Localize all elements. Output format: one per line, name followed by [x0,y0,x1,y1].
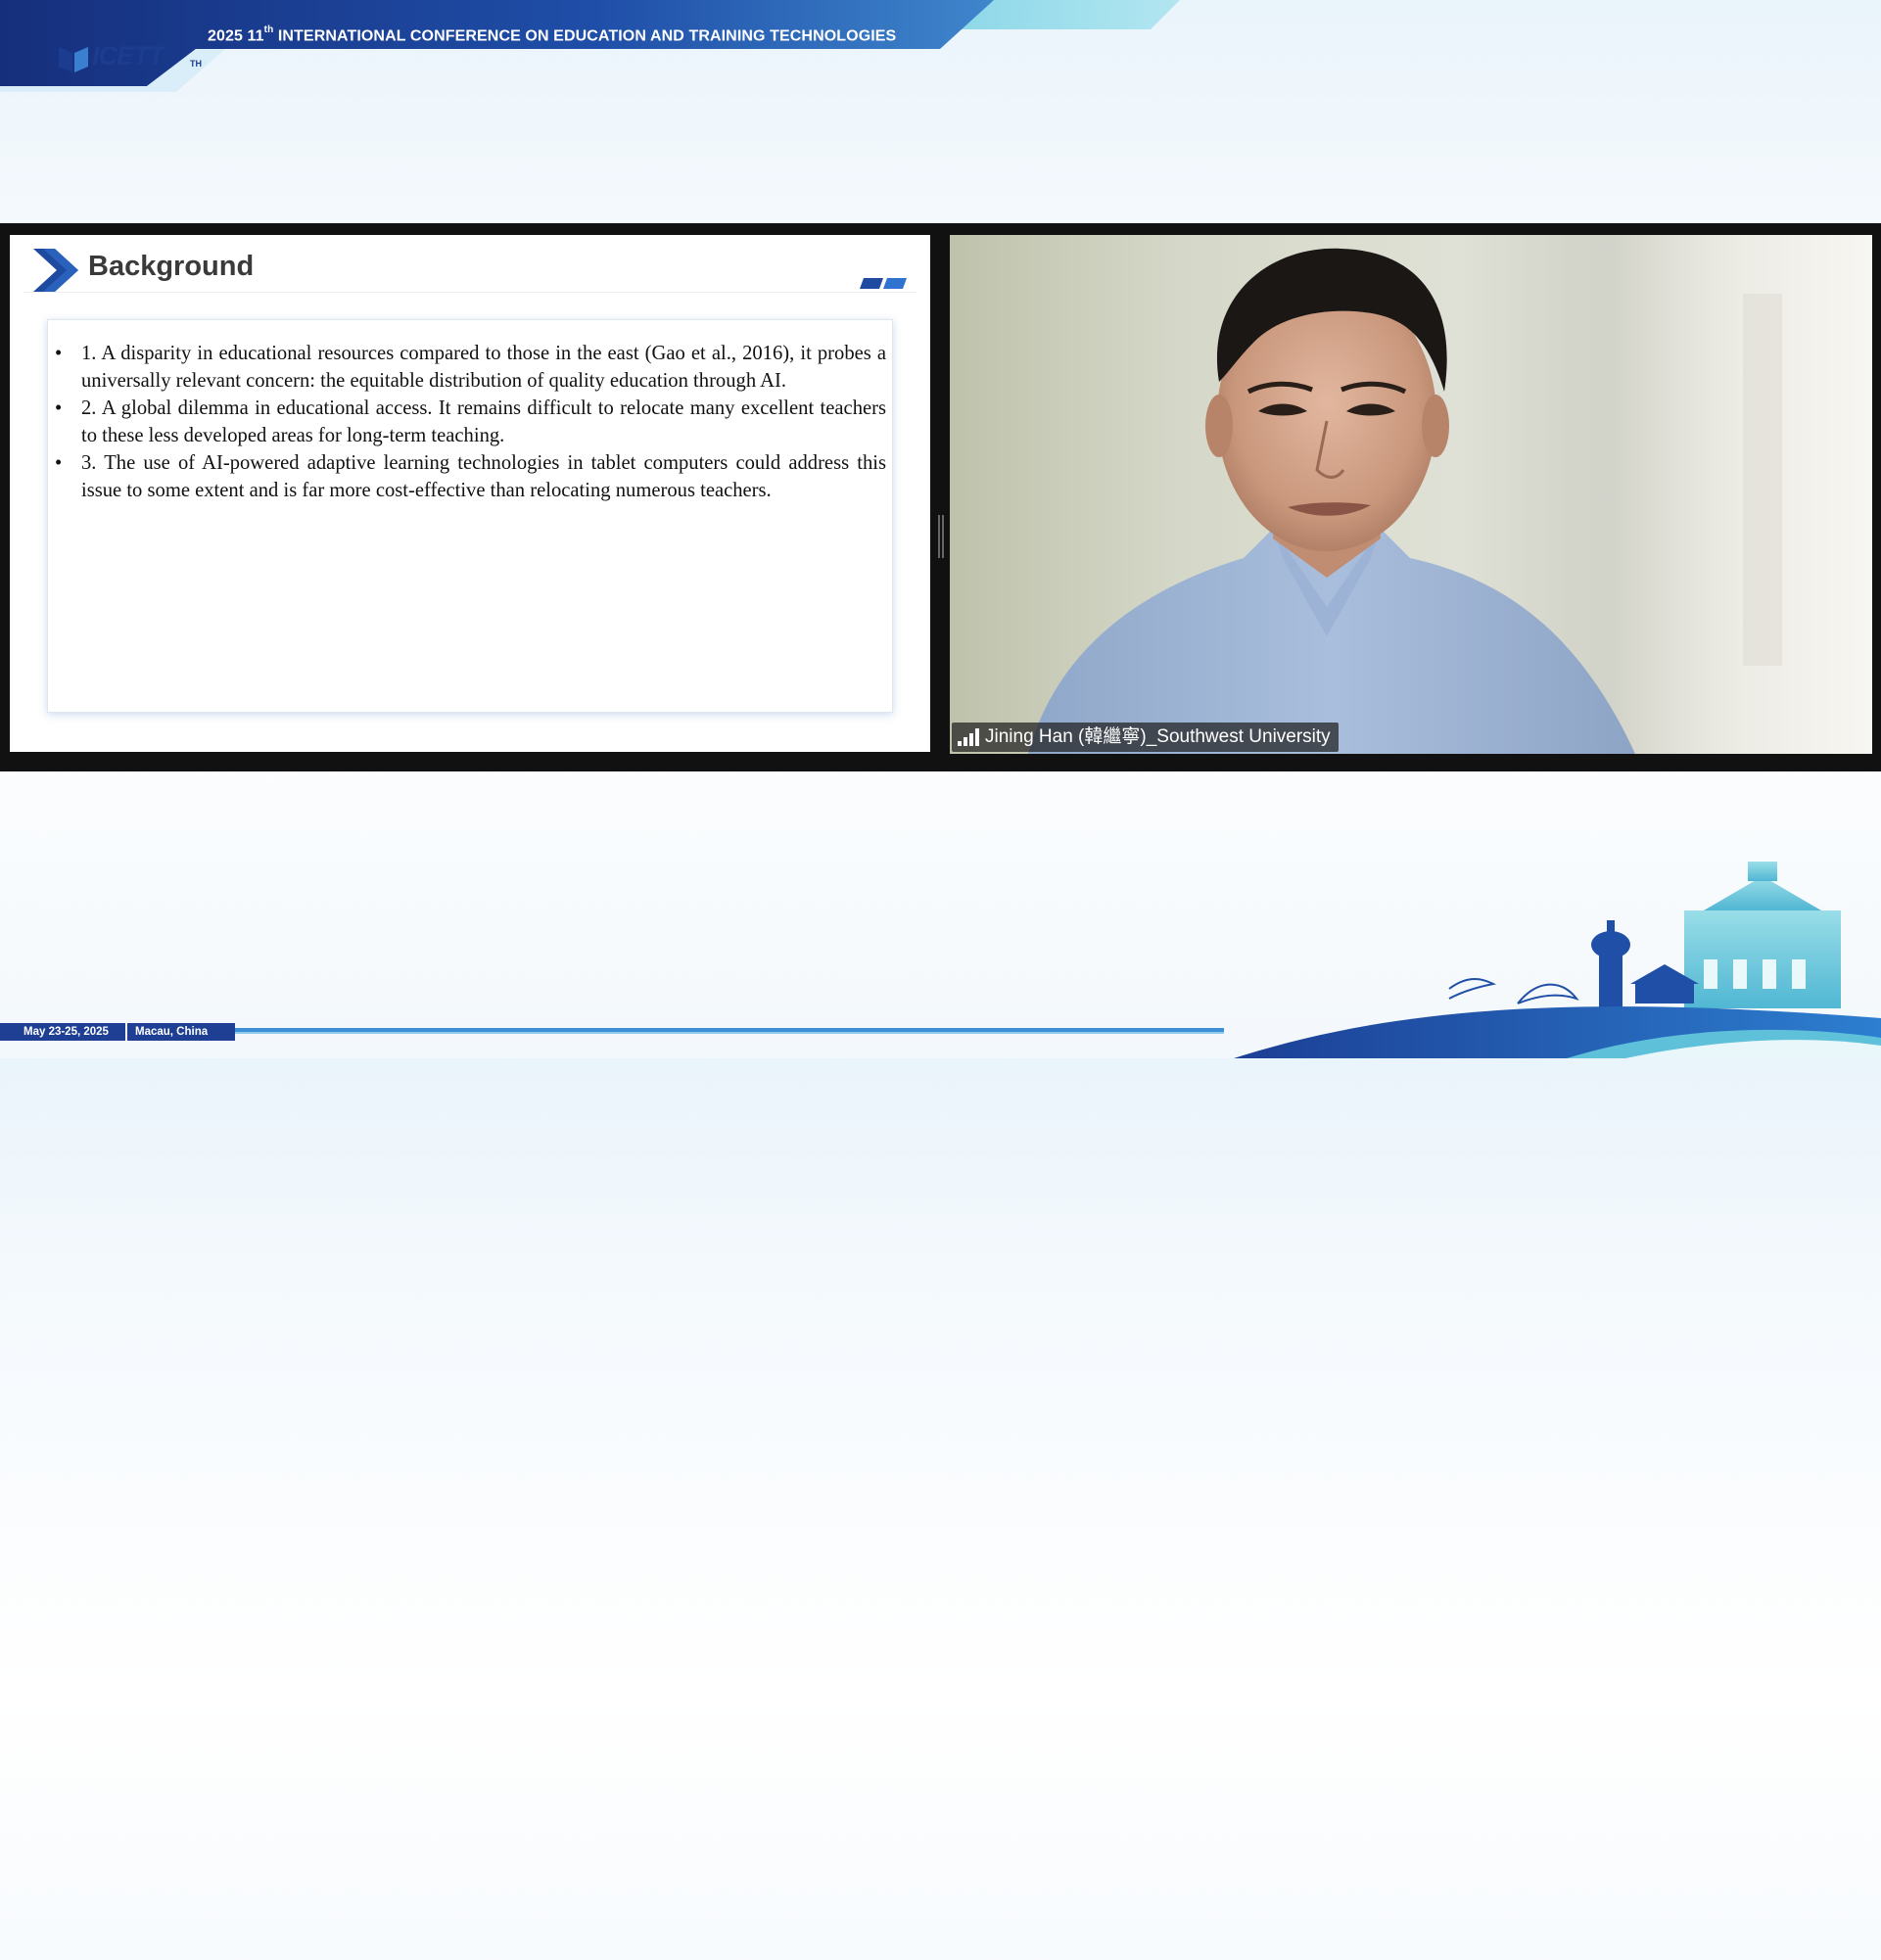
conference-title: 2025 11th INTERNATIONAL CONFERENCE ON ED… [208,24,897,45]
bullet-item: 3. The use of AI-powered adaptive learni… [55,449,886,504]
slide-divider [24,292,917,293]
slide-title: Background [88,251,255,282]
logo-book-icon [59,47,88,72]
participant-video-tile[interactable]: Jining Han (韓繼寧)_Southwest University [950,235,1872,754]
icett-logo: ICETT TH [57,14,204,72]
conference-footer [0,902,1881,1058]
slide-text-box: 1. A disparity in educational resources … [47,319,893,713]
footer-decoration [0,1803,1881,1960]
meeting-stage: Background 1. A disparity in educational… [0,223,1881,771]
slide-header: Background [24,245,924,294]
bullet-item: 1. A disparity in educational resources … [55,340,886,395]
logo-text: ICETT [92,41,165,70]
logo-suffix: TH [190,59,202,69]
participant-name: Jining Han (韓繼寧)_Southwest University [985,726,1331,747]
participant-name-tag: Jining Han (韓繼寧)_Southwest University [952,723,1339,752]
split-view-resize-handle[interactable] [938,515,944,558]
bullet-item: 2. A global dilemma in educational acces… [55,395,886,449]
chevron-right-icon [33,249,78,292]
participant-video-feed [1028,235,1872,754]
slide-decoration-icon [860,278,907,289]
shared-slide: Background 1. A disparity in educational… [10,235,930,752]
signal-strength-icon [958,728,979,746]
conference-header: ICETT TH 2025 11th INTERNATIONAL CONFERE… [0,0,1881,98]
header-banner-shape [0,0,1180,92]
conference-date: May 23-25, 2025 [16,1023,117,1041]
conference-location: Macau, China [125,1023,216,1041]
bullet-list: 1. A disparity in educational resources … [48,320,892,504]
